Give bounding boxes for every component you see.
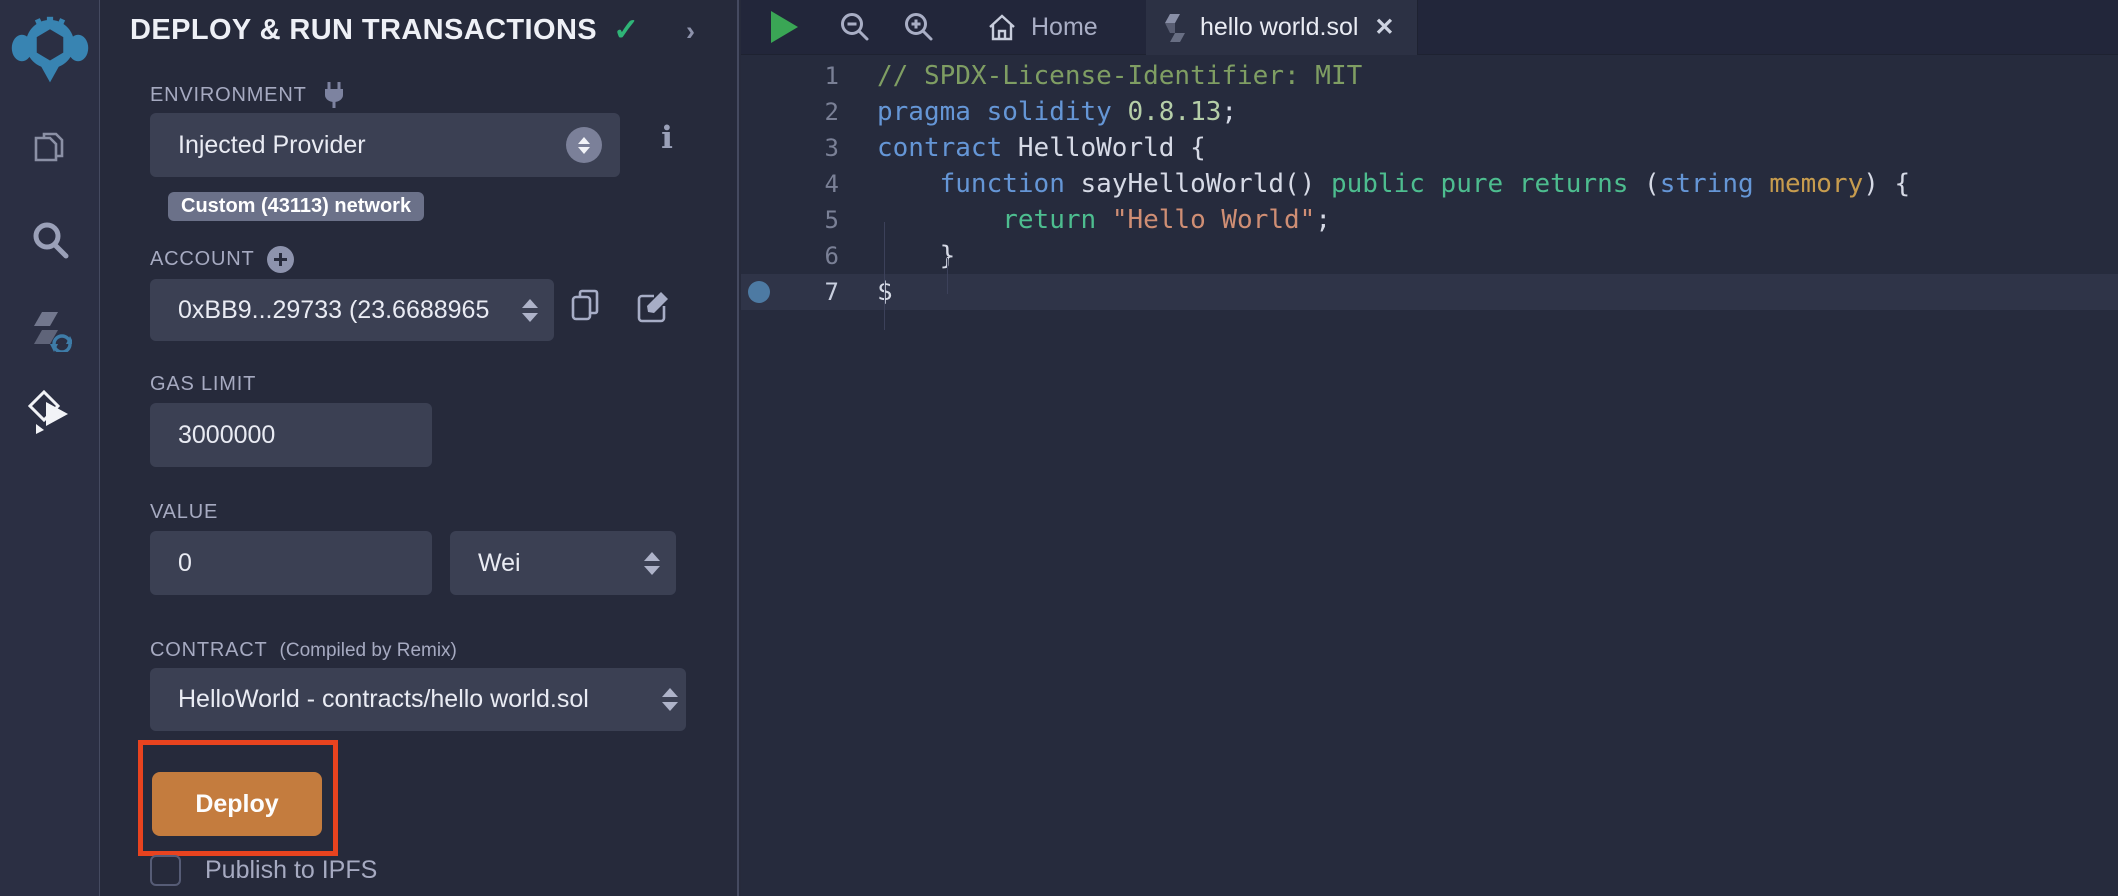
solidity-compiler-icon[interactable]	[28, 308, 72, 352]
code-line[interactable]: 3contract HelloWorld {	[741, 130, 2118, 166]
account-label: ACCOUNT	[150, 246, 294, 273]
environment-label: ENVIRONMENT	[150, 80, 349, 110]
search-icon[interactable]	[28, 218, 72, 262]
code-text: contract HelloWorld {	[839, 130, 1206, 166]
code-text: pragma solidity 0.8.13;	[839, 94, 1237, 130]
breakpoint-margin[interactable]	[741, 58, 779, 94]
line-number[interactable]: 6	[779, 238, 839, 274]
line-number[interactable]: 7	[779, 274, 839, 310]
contract-label: CONTRACT (Compiled by Remix)	[150, 639, 457, 662]
remix-logo-icon[interactable]	[11, 8, 89, 88]
publish-ipfs-checkbox[interactable]	[150, 855, 181, 886]
tab-file-label: hello world.sol	[1200, 13, 1358, 42]
breakpoint-margin[interactable]	[741, 238, 779, 274]
indent-guide	[947, 258, 948, 294]
tab-home[interactable]: Home	[977, 0, 1108, 55]
status-check-icon: ✓	[613, 12, 639, 48]
network-badge: Custom (43113) network	[168, 192, 424, 221]
close-tab-icon[interactable]: ✕	[1374, 13, 1394, 42]
value-unit-select[interactable]: Wei	[450, 531, 676, 595]
code-line[interactable]: 5 return "Hello World";	[741, 202, 2118, 238]
unit-stepper-icon	[644, 552, 660, 575]
code-text: }	[839, 238, 955, 274]
code-line[interactable]: 1// SPDX-License-Identifier: MIT	[741, 58, 2118, 94]
gas-limit-label: GAS LIMIT	[150, 373, 256, 396]
contract-sublabel: (Compiled by Remix)	[280, 640, 457, 662]
file-explorer-icon[interactable]	[28, 128, 72, 172]
tab-hello-world-sol[interactable]: hello world.sol ✕	[1146, 0, 1418, 55]
indent-guide	[884, 222, 885, 330]
breakpoint-margin[interactable]	[741, 130, 779, 166]
account-stepper-icon	[522, 299, 538, 322]
remix-ide-window: DEPLOY & RUN TRANSACTIONS ✓ › ENVIRONMEN…	[0, 0, 2118, 896]
line-number[interactable]: 4	[779, 166, 839, 202]
zoom-in-icon[interactable]	[901, 10, 937, 46]
code-line[interactable]: 4 function sayHelloWorld() public pure r…	[741, 166, 2118, 202]
solidity-file-icon	[1164, 13, 1186, 43]
breakpoint-margin[interactable]	[741, 202, 779, 238]
code-text: function sayHelloWorld() public pure ret…	[839, 166, 1910, 202]
code-line[interactable]: 2pragma solidity 0.8.13;	[741, 94, 2118, 130]
breakpoint-margin[interactable]	[741, 94, 779, 130]
contract-select[interactable]: HelloWorld - contracts/hello world.sol	[150, 668, 686, 731]
account-select[interactable]: 0xBB9...29733 (23.6688965	[150, 279, 554, 341]
edit-account-icon[interactable]	[636, 288, 668, 324]
code-editor: Home hello world.sol ✕ 1// SPDX-License-…	[741, 0, 2118, 896]
publish-row: Publish to IPFS	[150, 855, 377, 886]
value-input[interactable]: 0	[150, 531, 432, 595]
gas-limit-input[interactable]: 3000000	[150, 403, 432, 467]
run-script-icon[interactable]	[771, 11, 798, 43]
deploy-run-icon[interactable]	[28, 390, 72, 434]
line-number[interactable]: 2	[779, 94, 839, 130]
code-area[interactable]: 1// SPDX-License-Identifier: MIT2pragma …	[741, 56, 2118, 896]
deploy-run-panel: DEPLOY & RUN TRANSACTIONS ✓ › ENVIRONMEN…	[100, 0, 739, 896]
plug-icon	[319, 80, 349, 110]
home-icon	[987, 13, 1017, 43]
deploy-button[interactable]: Deploy	[152, 772, 322, 836]
value-label: VALUE	[150, 501, 218, 524]
line-number[interactable]: 5	[779, 202, 839, 238]
icon-sidebar	[0, 0, 100, 896]
breakpoint-dot[interactable]	[741, 274, 779, 310]
page-title: DEPLOY & RUN TRANSACTIONS	[130, 14, 597, 47]
code-text: // SPDX-License-Identifier: MIT	[839, 58, 1362, 94]
zoom-out-icon[interactable]	[837, 10, 873, 46]
panel-header: DEPLOY & RUN TRANSACTIONS ✓	[130, 12, 639, 48]
copy-account-icon[interactable]	[570, 288, 602, 324]
publish-ipfs-label: Publish to IPFS	[205, 856, 377, 885]
info-icon[interactable]: i	[652, 120, 682, 160]
line-number[interactable]: 3	[779, 130, 839, 166]
tab-home-label: Home	[1031, 13, 1098, 42]
editor-tabbar: Home hello world.sol ✕	[741, 0, 2118, 55]
environment-select[interactable]: Injected Provider	[150, 113, 620, 177]
environment-stepper-icon	[566, 127, 602, 163]
line-number[interactable]: 1	[779, 58, 839, 94]
contract-stepper-icon	[662, 688, 678, 711]
add-account-icon[interactable]	[267, 246, 294, 273]
expand-panel-icon[interactable]: ›	[686, 16, 695, 47]
code-text: return "Hello World";	[839, 202, 1331, 238]
breakpoint-margin[interactable]	[741, 166, 779, 202]
